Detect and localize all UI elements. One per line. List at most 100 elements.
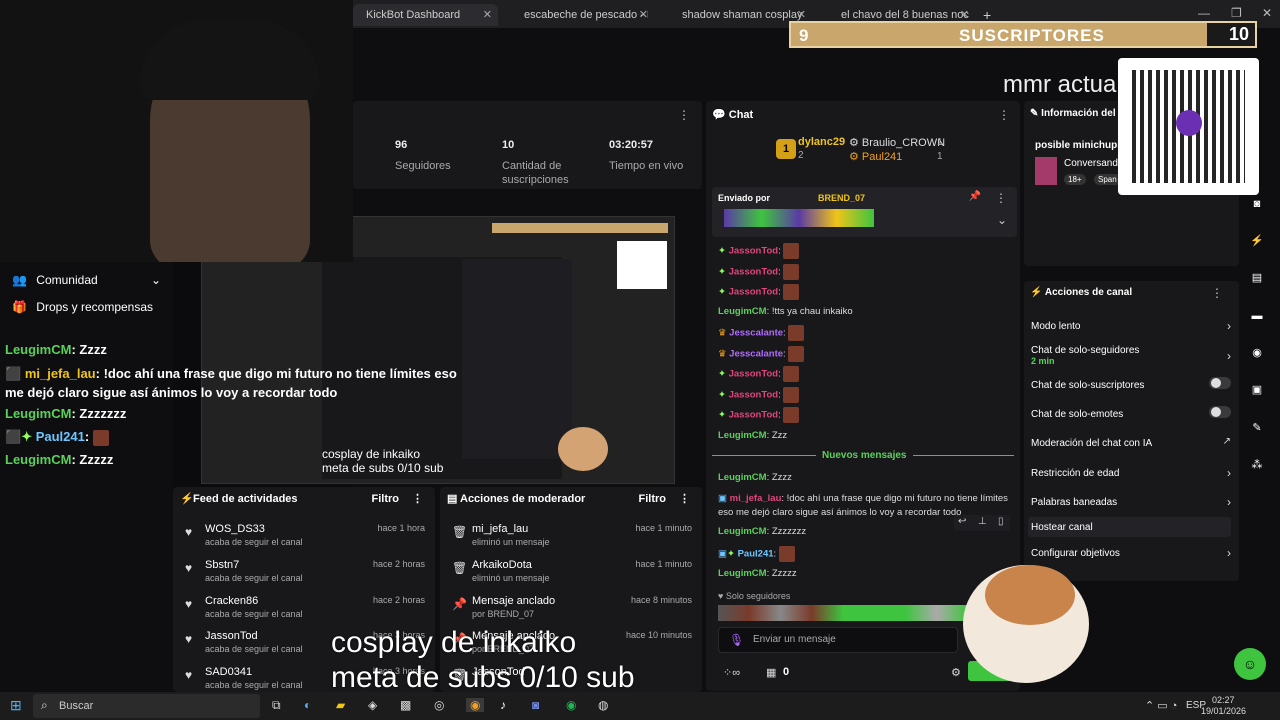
discord-icon[interactable]: ◙ bbox=[532, 698, 539, 712]
feed-item: ♥ Sbstn7 acaba de seguir el canal hace 2… bbox=[185, 559, 425, 591]
windows-start-icon[interactable]: ⊞ bbox=[10, 697, 22, 714]
taskbar-search[interactable]: ⌕ Buscar bbox=[33, 694, 260, 718]
chat-user: JassonTod bbox=[728, 368, 779, 380]
action-age-restriction[interactable]: Restricción de edad › bbox=[1031, 466, 1231, 480]
action-slow-mode[interactable]: Modo lento › bbox=[1031, 319, 1231, 333]
heart-icon: ♥ bbox=[185, 525, 193, 539]
clock-time[interactable]: 02:27 bbox=[1212, 695, 1235, 705]
action-host-channel[interactable]: Hostear canal bbox=[1028, 517, 1231, 537]
app-icon[interactable]: ◎ bbox=[434, 698, 444, 712]
subs-only-toggle[interactable] bbox=[1209, 377, 1231, 389]
action-label: Palabras baneadas bbox=[1031, 497, 1118, 508]
chat-icon[interactable]: ▬ bbox=[1246, 305, 1268, 327]
chat-input[interactable]: 🎙 Enviar un mensaje bbox=[718, 627, 958, 653]
filter-button[interactable]: Filtro bbox=[639, 487, 667, 511]
new-messages-label[interactable]: Nuevos mensajes bbox=[816, 450, 913, 461]
tab-kickbot[interactable]: KickBot Dashboard ✕ bbox=[353, 4, 498, 26]
emote-icon bbox=[778, 546, 795, 562]
app-icon[interactable]: ▩ bbox=[400, 698, 411, 712]
pin-icon[interactable]: ⊥ bbox=[978, 516, 987, 527]
left-chat-message: LeugimCM: Zzzzz bbox=[5, 452, 114, 467]
clock-date[interactable]: 19/01/2026 bbox=[1201, 706, 1246, 716]
community-item[interactable]: 👥 Comunidad ⌄ bbox=[12, 273, 167, 287]
mod-action-name: mi_jefa_lau bbox=[472, 523, 529, 535]
tray-icons[interactable]: ⌃ ▭ ◔ bbox=[1145, 699, 1177, 712]
chest-icon[interactable]: ▦ bbox=[766, 666, 776, 679]
subs-goal: 10 bbox=[1207, 23, 1255, 46]
reply-icon[interactable]: ↩ bbox=[958, 516, 966, 527]
filter-button[interactable]: Filtro bbox=[372, 487, 400, 511]
channel-actions-panel: ⚡ Acciones de canal ⋮ Modo lento › Chat d… bbox=[1024, 281, 1239, 581]
chat-user: Paul241 bbox=[35, 429, 85, 444]
emotes-only-toggle[interactable] bbox=[1209, 406, 1231, 418]
more-icon[interactable]: ⋮ bbox=[679, 487, 690, 511]
action-configure-goals[interactable]: Configurar objetivos › bbox=[1031, 546, 1231, 560]
feed-item: ♥ Cracken86 acaba de seguir el canal hac… bbox=[185, 595, 425, 627]
chat-user: JassonTod bbox=[728, 286, 779, 298]
layout-icon[interactable]: ▣ bbox=[1246, 379, 1268, 401]
gear-icon[interactable]: ⚙ bbox=[951, 666, 961, 679]
task-view-icon[interactable]: ⧉ bbox=[272, 698, 281, 713]
tab-shadow-shaman[interactable]: shadow shaman cosplay - Busc ✕ bbox=[666, 4, 806, 26]
emote-icon bbox=[783, 284, 800, 300]
action-banned-words[interactable]: Palabras baneadas › bbox=[1031, 495, 1231, 509]
spotify-icon[interactable]: ◉ bbox=[566, 698, 576, 712]
chevron-down-icon[interactable]: ⌄ bbox=[997, 213, 1007, 227]
more-icon[interactable]: ⋮ bbox=[678, 108, 690, 122]
maximize-icon[interactable]: ❐ bbox=[1231, 6, 1242, 20]
caption-line-1: cosplay de inkaiko bbox=[331, 626, 577, 659]
leader-second-count: 1 bbox=[937, 137, 943, 148]
drops-item[interactable]: 🎁 Drops y recompensas bbox=[12, 300, 153, 314]
lightning-icon[interactable]: ⚡ bbox=[1246, 230, 1268, 252]
chat-user: LeugimCM bbox=[5, 452, 72, 467]
category-thumbnail bbox=[1035, 157, 1057, 185]
chat-message: LeugimCM: Zzz bbox=[718, 430, 788, 441]
feed-item: ♥ WOS_DS33 acaba de seguir el canal hace… bbox=[185, 523, 425, 555]
tab-escabeche[interactable]: escabeche de pescado - Buscar ✕ bbox=[508, 4, 648, 26]
mic-icon[interactable]: 🎙 bbox=[729, 633, 744, 647]
obs-icon[interactable]: ◍ bbox=[598, 698, 608, 712]
app-icon[interactable]: ◈ bbox=[368, 698, 377, 712]
emote-icon bbox=[783, 243, 800, 259]
mod-action-time: hace 10 minutos bbox=[625, 630, 692, 640]
support-chat-icon[interactable]: ☺ bbox=[1234, 648, 1266, 680]
mod-action-item: 📌 Mensaje anclado por BREND_07 hace 8 mi… bbox=[452, 595, 692, 627]
more-icon[interactable]: ⋮ bbox=[412, 487, 423, 511]
broadcast-icon[interactable]: ◉ bbox=[1246, 342, 1268, 364]
infinity-icon[interactable]: ⁘∞ bbox=[723, 666, 740, 679]
edge-icon[interactable]: ◐ bbox=[304, 698, 311, 712]
action-followers-only[interactable]: Chat de solo-seguidores 2 min › bbox=[1031, 345, 1231, 366]
leader-second: ⚙ Braulio_CROWN bbox=[849, 137, 946, 149]
delete-icon[interactable]: ▯ bbox=[998, 516, 1004, 527]
preview-caption: cosplay de inkaiko meta de subs 0/10 sub bbox=[322, 447, 443, 475]
emote-picker-row[interactable] bbox=[718, 605, 968, 621]
action-subs-only[interactable]: Chat de solo-suscriptores bbox=[1031, 377, 1231, 391]
action-ai-moderation[interactable]: Moderación del chat con IA ↗ bbox=[1031, 436, 1231, 449]
chrome-icon[interactable]: ◉ bbox=[466, 698, 485, 712]
chat-user: LeugimCM bbox=[5, 406, 72, 421]
chat-input-placeholder: Enviar un mensaje bbox=[753, 634, 836, 645]
emote-icon bbox=[783, 366, 800, 382]
minimize-icon[interactable]: — bbox=[1198, 6, 1210, 20]
more-icon[interactable]: ⋮ bbox=[998, 108, 1010, 122]
more-icon[interactable]: ⋮ bbox=[1211, 286, 1223, 300]
file-explorer-icon[interactable]: ▰ bbox=[336, 698, 345, 712]
close-window-icon[interactable]: ✕ bbox=[1262, 6, 1272, 20]
diamond-icon: ✦ bbox=[718, 389, 726, 401]
wrench-icon[interactable]: ✎ bbox=[1246, 417, 1268, 439]
action-emotes-only[interactable]: Chat de solo-emotes bbox=[1031, 406, 1231, 420]
tiktok-icon[interactable]: ♪ bbox=[500, 698, 506, 712]
document-icon[interactable]: ▤ bbox=[1246, 267, 1268, 289]
close-icon[interactable]: ✕ bbox=[639, 4, 648, 26]
close-icon[interactable]: ✕ bbox=[483, 4, 492, 26]
camera-icon[interactable]: ◙ bbox=[1246, 193, 1268, 215]
puzzle-icon[interactable]: ⁂ bbox=[1246, 454, 1268, 476]
diamond-icon: ✦ bbox=[718, 245, 726, 257]
pin-icon[interactable]: 📌 bbox=[969, 191, 981, 202]
emote-icon bbox=[783, 407, 800, 423]
yape-qr-code bbox=[1118, 58, 1259, 195]
heart-icon: ♥ bbox=[185, 597, 193, 611]
chat-user: Jesscalante bbox=[729, 327, 784, 339]
chat-message: ▣✦ Paul241: bbox=[718, 546, 795, 562]
more-icon[interactable]: ⋮ bbox=[995, 191, 1007, 205]
